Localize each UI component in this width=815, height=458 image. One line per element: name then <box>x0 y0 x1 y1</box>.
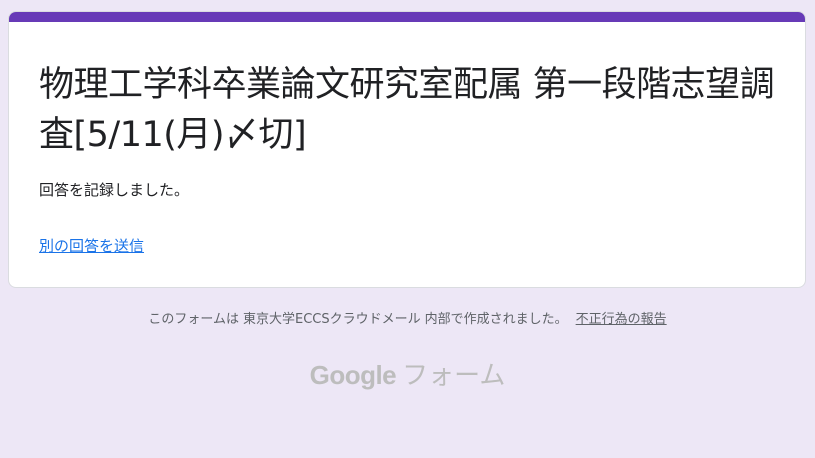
forms-wordmark: フォーム <box>402 361 506 391</box>
footer-note: このフォームは 東京大学ECCSクラウドメール 内部で作成されました。 不正行為の報告 <box>0 310 815 330</box>
footer-created-suffix: 内部で作成されました。 <box>424 312 568 327</box>
card-accent-bar <box>9 12 805 22</box>
confirmation-card: 物理工学科卒業論文研究室配属 第一段階志望調査[5/11(月)〆切] 回答を記録… <box>8 11 806 288</box>
report-abuse-link[interactable]: 不正行為の報告 <box>576 312 667 327</box>
form-title: 物理工学科卒業論文研究室配属 第一段階志望調査[5/11(月)〆切] <box>39 65 775 155</box>
google-forms-logo[interactable]: Google フォーム <box>0 355 815 396</box>
google-wordmark: Google <box>309 360 397 390</box>
confirmation-message: 回答を記録しました。 <box>39 181 190 199</box>
submit-another-response-link[interactable]: 別の回答を送信 <box>39 236 144 256</box>
footer-organization: 東京大学ECCSクラウドメール <box>242 312 421 327</box>
footer-created-prefix: このフォームは <box>148 312 239 327</box>
